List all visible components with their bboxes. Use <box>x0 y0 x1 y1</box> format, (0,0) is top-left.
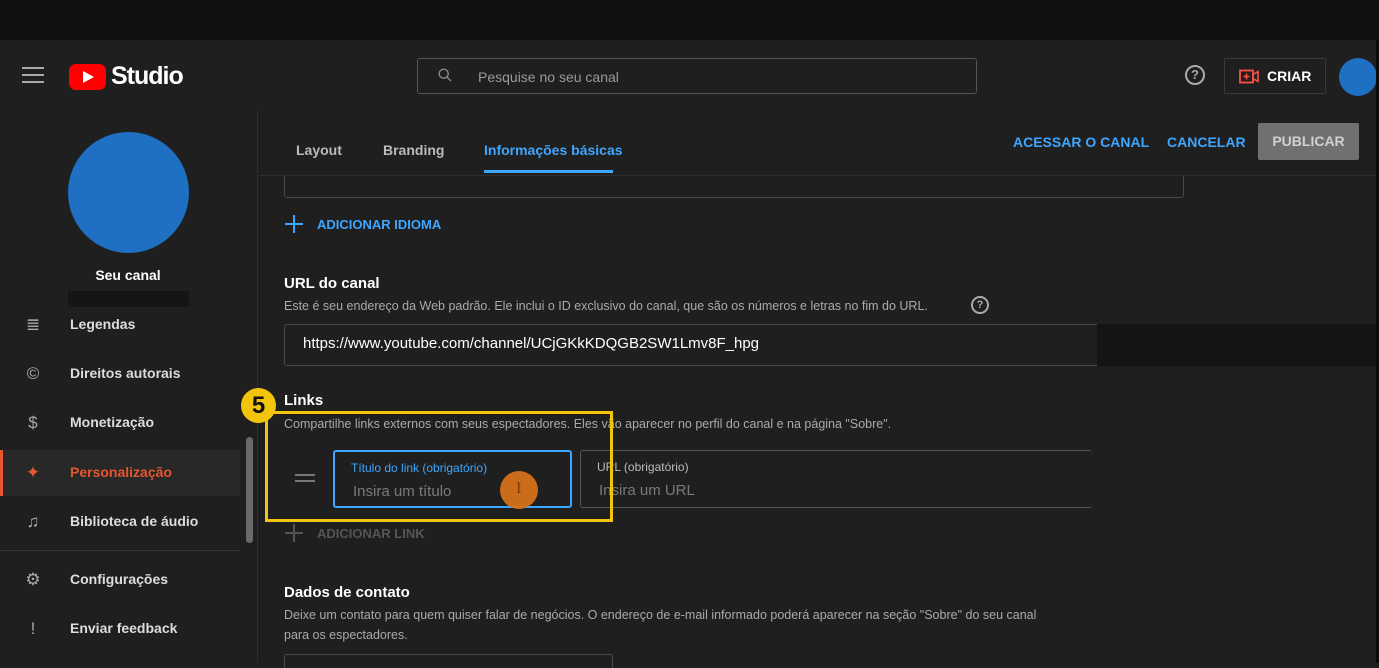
search-icon <box>438 68 452 82</box>
magic-wand-icon: ✦ <box>25 463 41 482</box>
sidebar-item-feedback[interactable]: ! Enviar feedback <box>0 606 240 652</box>
logo-text: Studio <box>111 62 184 90</box>
url-field-overflow <box>1097 324 1379 366</box>
sidebar-item-audio-library[interactable]: ♫ Biblioteca de áudio <box>0 499 240 545</box>
add-link-label: ADICIONAR LINK <box>317 526 425 541</box>
contact-email-field[interactable] <box>284 654 613 668</box>
feedback-icon: ! <box>30 619 36 638</box>
sidebar-item-settings[interactable]: ⚙ Configurações <box>0 557 240 603</box>
gear-icon: ⚙ <box>25 570 41 589</box>
tab-branding[interactable]: Branding <box>383 142 444 158</box>
add-language-label: ADICIONAR IDIOMA <box>317 217 442 232</box>
search-input[interactable] <box>476 59 960 95</box>
sidebar-divider <box>0 550 240 551</box>
channel-url-value[interactable]: https://www.youtube.com/channel/UCjGKkKD… <box>303 335 759 352</box>
channel-url-title: URL do canal <box>284 275 380 292</box>
youtube-play-icon <box>69 64 106 90</box>
subtitles-icon: ≣ <box>25 315 41 334</box>
sidebar-item-label: Legendas <box>70 316 136 332</box>
account-avatar[interactable] <box>1339 58 1377 96</box>
contact-title: Dados de contato <box>284 584 410 601</box>
sidebar-item-copyright[interactable]: © Direitos autorais <box>0 351 240 397</box>
cancel-button[interactable]: CANCELAR <box>1167 134 1246 150</box>
tab-layout[interactable]: Layout <box>296 142 342 158</box>
audio-library-icon: ♫ <box>26 512 40 531</box>
sidebar-item-label: Monetização <box>70 414 155 430</box>
link-url-input[interactable] <box>597 481 801 500</box>
plus-icon <box>284 214 304 234</box>
sidebar-item-label: Biblioteca de áudio <box>70 513 199 529</box>
sidebar-item-label: Personalização <box>70 464 172 480</box>
publish-button[interactable]: PUBLICAR <box>1258 123 1359 160</box>
help-icon[interactable]: ? <box>1185 65 1205 85</box>
tab-basic-info[interactable]: Informações básicas <box>484 142 623 158</box>
sidebar-item-label: Direitos autorais <box>70 365 181 381</box>
sidebar-item-legendas[interactable]: ≣ Legendas <box>0 302 240 348</box>
sidebar-item-monetization[interactable]: $ Monetização <box>0 400 240 446</box>
channel-url-description: Este é seu endereço da Web padrão. Ele i… <box>284 299 928 313</box>
search-box[interactable] <box>417 58 977 95</box>
links-title: Links <box>284 392 324 409</box>
sidebar-item-label: Enviar feedback <box>70 620 178 636</box>
studio-logo[interactable]: Studio <box>69 62 184 92</box>
view-channel-button[interactable]: ACESSAR O CANAL <box>1013 134 1149 150</box>
contact-description-line2: para os espectadores. <box>284 628 408 642</box>
top-band <box>0 0 1379 40</box>
text-cursor-icon: I <box>516 481 522 497</box>
channel-name: Seu canal <box>95 267 161 283</box>
contact-description-line1: Deixe um contato para quem quiser falar … <box>284 608 1037 622</box>
create-button[interactable]: CRIAR <box>1224 58 1326 94</box>
sidebar-scrollbar[interactable] <box>246 437 253 543</box>
copyright-icon: © <box>26 364 40 383</box>
dollar-icon: $ <box>28 413 38 432</box>
sidebar-item-customization[interactable]: ✦ Personalização <box>0 450 240 496</box>
language-field[interactable] <box>284 176 1184 198</box>
sidebar-item-label: Configurações <box>70 571 169 587</box>
help-icon[interactable]: ? <box>971 296 989 314</box>
step-number-badge: 5 <box>241 388 276 423</box>
tab-bar: Layout Branding Informações básicas ACES… <box>259 110 1379 176</box>
plus-icon <box>284 523 304 543</box>
active-tab-indicator <box>484 170 613 173</box>
tutorial-highlight-box <box>265 411 613 522</box>
create-label: CRIAR <box>1267 68 1312 84</box>
video-camera-plus-icon <box>1239 69 1259 84</box>
hamburger-menu-icon[interactable] <box>22 67 44 85</box>
channel-avatar[interactable] <box>68 132 189 253</box>
sidebar-overlay <box>68 291 189 307</box>
link-url-field[interactable]: URL (obrigatório) <box>580 450 1092 508</box>
